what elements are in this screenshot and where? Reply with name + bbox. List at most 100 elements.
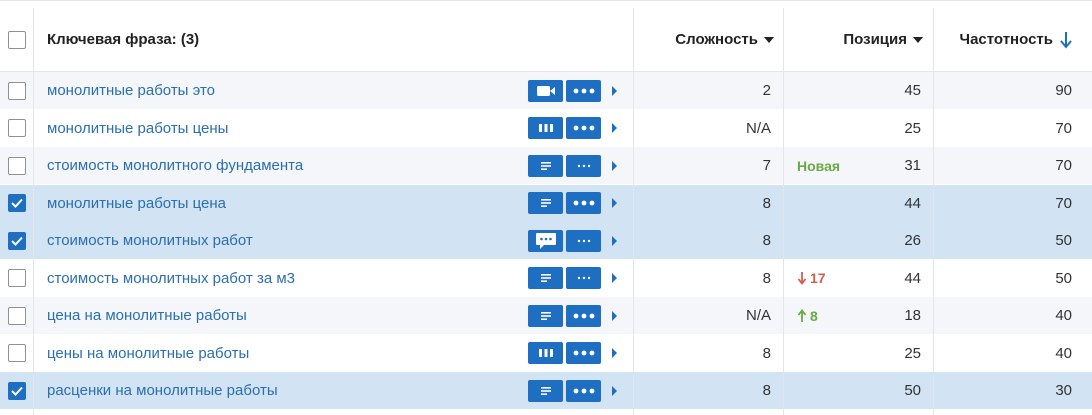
- complexity-value: 8: [762, 194, 771, 212]
- expand-arrow-icon[interactable]: [612, 198, 617, 208]
- row-more-button[interactable]: [566, 229, 601, 252]
- complexity-value: 8: [762, 232, 771, 249]
- row-tool-button[interactable]: [528, 267, 563, 289]
- more-dots-icon: [577, 164, 590, 167]
- keyword-phrase-link[interactable]: расценки на монолитные работы: [47, 382, 278, 399]
- row-checkbox-cell: [0, 185, 33, 222]
- expand-arrow-icon[interactable]: [612, 235, 617, 246]
- list-icon: [540, 311, 551, 320]
- more-dots-icon: [573, 313, 594, 318]
- header-frequency[interactable]: Частотность: [935, 8, 1073, 71]
- row-more-button[interactable]: [566, 79, 601, 102]
- expand-arrow-icon[interactable]: [612, 85, 617, 96]
- list-icon: [540, 161, 551, 170]
- keyword-phrase-link[interactable]: стоимость монолитных работ за м3: [47, 270, 295, 287]
- frequency-value: 90: [1055, 82, 1072, 99]
- row-more-button[interactable]: [566, 154, 601, 177]
- expand-arrow-icon[interactable]: [612, 273, 617, 283]
- complexity-cell: 2: [635, 72, 771, 109]
- row-more-button[interactable]: [566, 304, 601, 327]
- row-tool-button[interactable]: [528, 154, 563, 177]
- header-complexity-label: Сложность: [675, 31, 758, 48]
- row-more-button[interactable]: [566, 117, 601, 139]
- row-checkbox[interactable]: [7, 119, 26, 137]
- expand-arrow-icon[interactable]: [612, 123, 617, 133]
- keyword-phrase-link[interactable]: монолитные работы цена: [47, 195, 226, 212]
- keywords-table: Ключевая фраза: (3) Сложность Позиция Ча…: [0, 0, 1092, 415]
- frequency-cell: 50: [935, 260, 1072, 297]
- column-divider: [933, 8, 934, 415]
- row-checkbox-cell: [0, 372, 33, 409]
- row-tools: [528, 147, 628, 184]
- arrow-up-icon: [797, 308, 807, 322]
- column-divider: [783, 8, 784, 415]
- row-checkbox-cell: [0, 260, 33, 297]
- expand-arrow-icon[interactable]: [612, 160, 617, 171]
- list-icon: [540, 199, 551, 207]
- frequency-value: 70: [1055, 157, 1072, 174]
- row-checkbox[interactable]: [7, 156, 26, 175]
- expand-arrow-icon[interactable]: [612, 348, 617, 358]
- complexity-cell: 7: [635, 147, 771, 184]
- keyword-phrase-link[interactable]: цены на монолитные работы: [47, 345, 249, 362]
- video-icon: [536, 85, 555, 96]
- position-cell: 18: [860, 297, 921, 334]
- columns-icon: [538, 349, 553, 357]
- row-checkbox[interactable]: [7, 344, 26, 362]
- row-more-button[interactable]: [566, 267, 601, 289]
- more-dots-icon: [573, 388, 594, 393]
- header-position[interactable]: Позиция: [785, 8, 923, 71]
- keyword-phrase-link[interactable]: цена на монолитные работы: [47, 307, 247, 324]
- sort-down-icon: [764, 36, 774, 43]
- header-phrase[interactable]: Ключевая фраза: (3): [47, 8, 517, 71]
- frequency-cell: 70: [935, 110, 1072, 147]
- row-more-button[interactable]: [566, 342, 601, 364]
- position-value: 26: [904, 232, 921, 249]
- row-tool-button[interactable]: [528, 304, 563, 327]
- keyword-phrase-link[interactable]: монолитные работы цены: [47, 120, 228, 137]
- arrow-down-icon: [797, 272, 807, 285]
- table-header: Ключевая фраза: (3) Сложность Позиция Ча…: [0, 8, 1092, 72]
- position-cell: 44: [860, 185, 921, 222]
- position-value: 44: [904, 194, 921, 212]
- complexity-value: 8: [762, 269, 771, 287]
- complexity-cell: 8: [635, 185, 771, 222]
- sort-down-icon: [913, 36, 923, 43]
- keyword-phrase-link[interactable]: монолитные работы это: [47, 82, 215, 99]
- row-more-button[interactable]: [566, 192, 601, 214]
- row-tool-button[interactable]: [528, 379, 563, 402]
- row-tool-button[interactable]: [528, 117, 563, 139]
- complexity-value: N/A: [745, 307, 771, 324]
- row-checkbox[interactable]: [7, 81, 26, 100]
- row-tool-button[interactable]: [528, 192, 563, 214]
- more-dots-icon: [573, 200, 594, 206]
- keyword-phrase-link[interactable]: стоимость монолитного фундамента: [47, 157, 303, 174]
- expand-arrow-icon[interactable]: [612, 310, 617, 321]
- select-all-checkbox[interactable]: [7, 30, 26, 49]
- keyword-phrase-link[interactable]: стоимость монолитных работ: [47, 232, 253, 249]
- header-phrase-label: Ключевая фраза: (3): [47, 31, 200, 48]
- row-tool-button[interactable]: [528, 229, 563, 252]
- expand-arrow-icon[interactable]: [612, 385, 617, 396]
- row-more-button[interactable]: [566, 379, 601, 402]
- phrase-cell: монолитные работы цена: [47, 185, 517, 222]
- row-checkbox[interactable]: [7, 269, 26, 287]
- row-checkbox[interactable]: [7, 194, 26, 212]
- row-tool-button[interactable]: [528, 342, 563, 364]
- position-cell: 25: [860, 335, 921, 372]
- more-dots-icon: [573, 88, 594, 93]
- row-tool-button[interactable]: [528, 79, 563, 102]
- header-complexity[interactable]: Сложность: [635, 8, 774, 71]
- row-checkbox[interactable]: [7, 381, 26, 400]
- frequency-value: 70: [1055, 119, 1072, 137]
- position-cell: 31: [860, 147, 921, 184]
- more-dots-icon: [573, 350, 594, 356]
- table-row: стоимость монолитных работ 8 26 50: [0, 222, 1092, 259]
- row-checkbox[interactable]: [7, 306, 26, 325]
- complexity-value: 8: [762, 344, 771, 362]
- column-divider: [33, 8, 34, 415]
- row-checkbox[interactable]: [7, 231, 26, 250]
- phrase-cell: монолитные работы цены: [47, 110, 517, 147]
- complexity-cell: 8: [635, 222, 771, 259]
- row-tools: [528, 72, 628, 109]
